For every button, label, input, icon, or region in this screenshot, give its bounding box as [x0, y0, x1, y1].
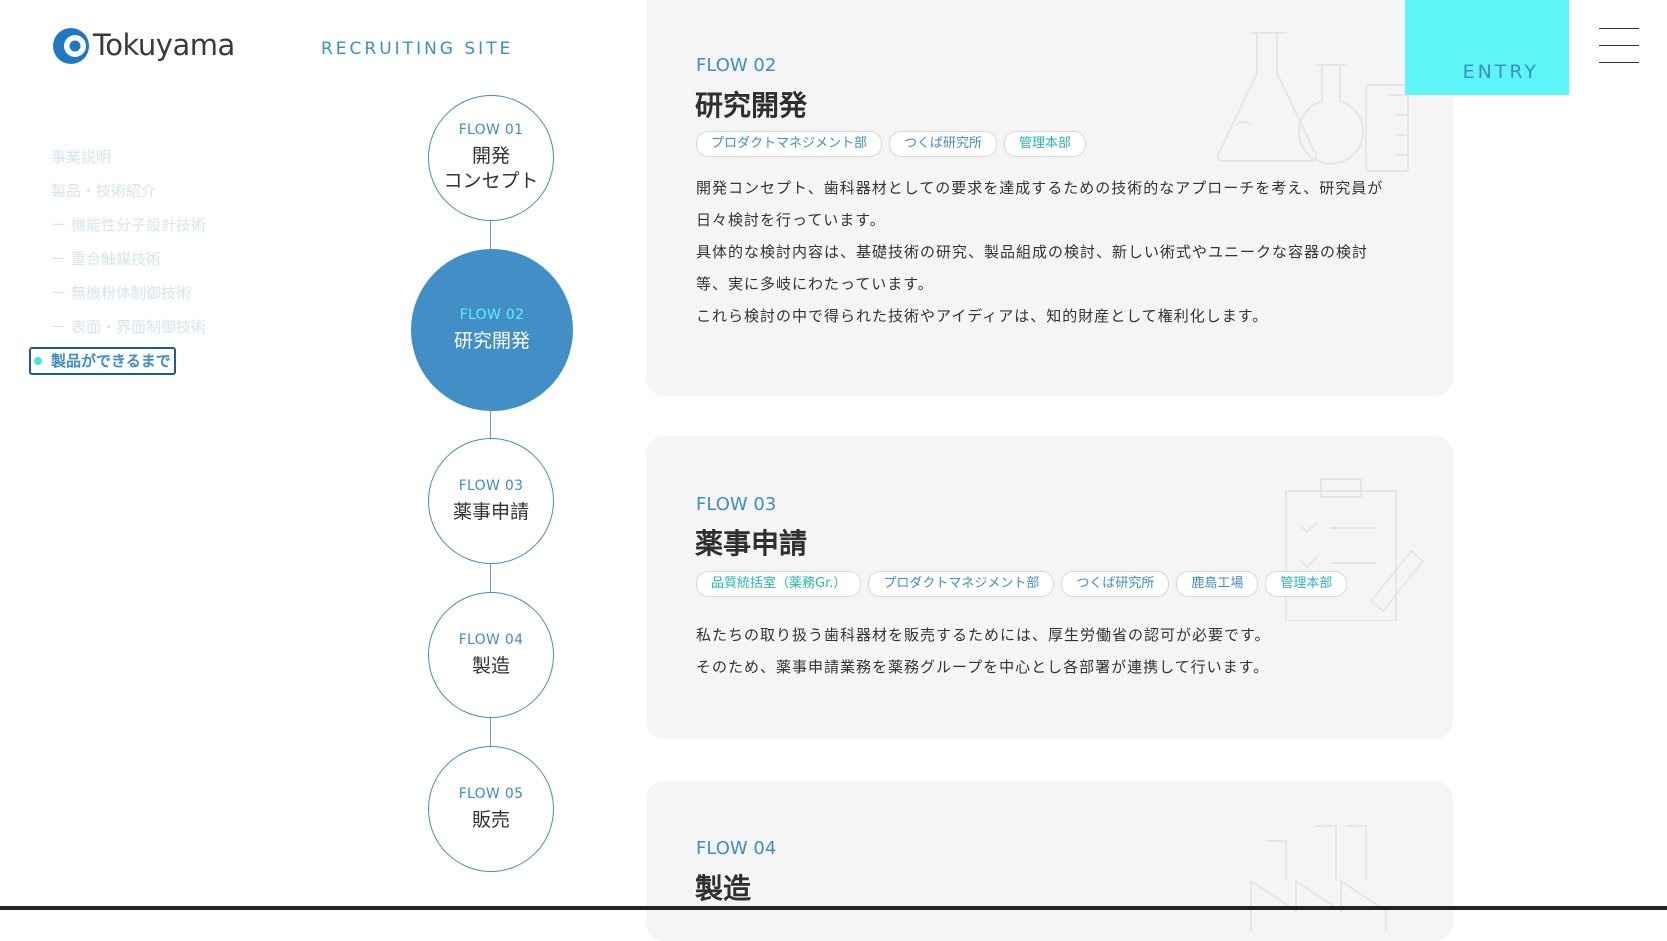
card-tag-list: 品質統括室（薬務Gr.） プロダクトマネジメント部 つくば研究所 鹿島工場 管理…	[696, 571, 1348, 597]
tag-quality-control: 品質統括室（薬務Gr.）	[696, 571, 862, 597]
flow-node-04[interactable]: FLOW 04 製造	[428, 592, 554, 718]
card-flow-number: FLOW 02	[696, 55, 777, 76]
card-flow-number: FLOW 04	[696, 838, 777, 859]
flow-node-03[interactable]: FLOW 03 薬事申請	[428, 438, 554, 564]
tag-tsukuba-lab: つくば研究所	[889, 131, 998, 157]
tag-management-hq: 管理本部	[1004, 131, 1087, 157]
flow-node-number: FLOW 03	[458, 477, 524, 494]
card-description: 開発コンセプト、歯科器材としての要求を達成するための技術的なアプローチを考え、研…	[696, 179, 1384, 325]
tokuyama-logo-icon	[53, 28, 89, 64]
flow-node-title: 薬事申請	[452, 500, 529, 523]
side-nav-item-business[interactable]: 事業説明	[51, 140, 206, 174]
flow-node-01[interactable]: FLOW 01 開発 コンセプト	[428, 95, 554, 221]
factory-icon	[1250, 825, 1387, 931]
clipboard-icon	[1285, 478, 1425, 621]
logo[interactable]: Tokuyama	[51, 25, 235, 65]
card-title: 薬事申請	[695, 527, 808, 560]
side-nav: 事業説明 製品・技術紹介 機能性分子設計技術 重合触媒技術 無機粉体制御技術 表…	[29, 140, 206, 375]
side-nav-item-molecular-design[interactable]: 機能性分子設計技術	[51, 208, 206, 242]
card-title: 製造	[695, 872, 752, 905]
flow-card-03: FLOW 03 薬事申請 品質統括室（薬務Gr.） プロダクトマネジメント部 つ…	[646, 436, 1453, 739]
side-nav-item-surface-control[interactable]: 表面・界面制御技術	[51, 310, 206, 344]
brand-name: Tokuyama	[93, 28, 235, 62]
side-nav-item-products[interactable]: 製品・技術紹介	[51, 174, 206, 208]
card-flow-number: FLOW 03	[696, 494, 777, 515]
flow-node-title: 研究開発	[453, 329, 530, 352]
flow-node-title: 開発 コンセプト	[443, 145, 539, 192]
tag-tsukuba-lab: つくば研究所	[1061, 571, 1170, 597]
flow-node-title: 製造	[471, 654, 510, 677]
tag-product-management: プロダクトマネジメント部	[696, 131, 883, 157]
site-label[interactable]: RECRUITING SITE	[321, 39, 513, 59]
side-nav-item-product-flow[interactable]: 製品ができるまで	[29, 347, 176, 375]
tag-kashima-factory: 鹿島工場	[1176, 571, 1259, 597]
card-description: 私たちの取り扱う歯科器材を販売するためには、厚生労働省の認可が必要です。 そのた…	[696, 626, 1271, 676]
tag-management-hq: 管理本部	[1265, 571, 1348, 597]
flow-node-05[interactable]: FLOW 05 販売	[428, 746, 554, 872]
flow-node-title: 販売	[471, 808, 510, 831]
flow-node-number: FLOW 04	[458, 631, 524, 648]
hamburger-menu-icon[interactable]	[1599, 28, 1639, 64]
flask-icon	[1216, 32, 1409, 172]
flow-node-02[interactable]: FLOW 02 研究開発	[411, 249, 573, 411]
flow-card-02: FLOW 02 研究開発 プロダクトマネジメント部 つくば研究所 管理本部 開発…	[646, 0, 1453, 396]
tag-product-management: プロダクトマネジメント部	[868, 571, 1055, 597]
flow-node-number: FLOW 01	[458, 122, 524, 138]
flow-node-number: FLOW 02	[459, 306, 525, 323]
entry-button[interactable]: ENTRY	[1405, 0, 1569, 95]
card-tag-list: プロダクトマネジメント部 つくば研究所 管理本部	[696, 131, 1087, 157]
card-title: 研究開発	[695, 89, 808, 122]
entry-label: ENTRY	[1462, 61, 1539, 83]
flow-node-number: FLOW 05	[458, 785, 524, 802]
side-nav-item-powder-control[interactable]: 無機粉体制御技術	[51, 276, 206, 310]
flow-card-04: FLOW 04 製造	[646, 781, 1453, 941]
side-nav-item-catalyst[interactable]: 重合触媒技術	[51, 242, 206, 276]
bottom-edge-bar	[0, 906, 1667, 910]
